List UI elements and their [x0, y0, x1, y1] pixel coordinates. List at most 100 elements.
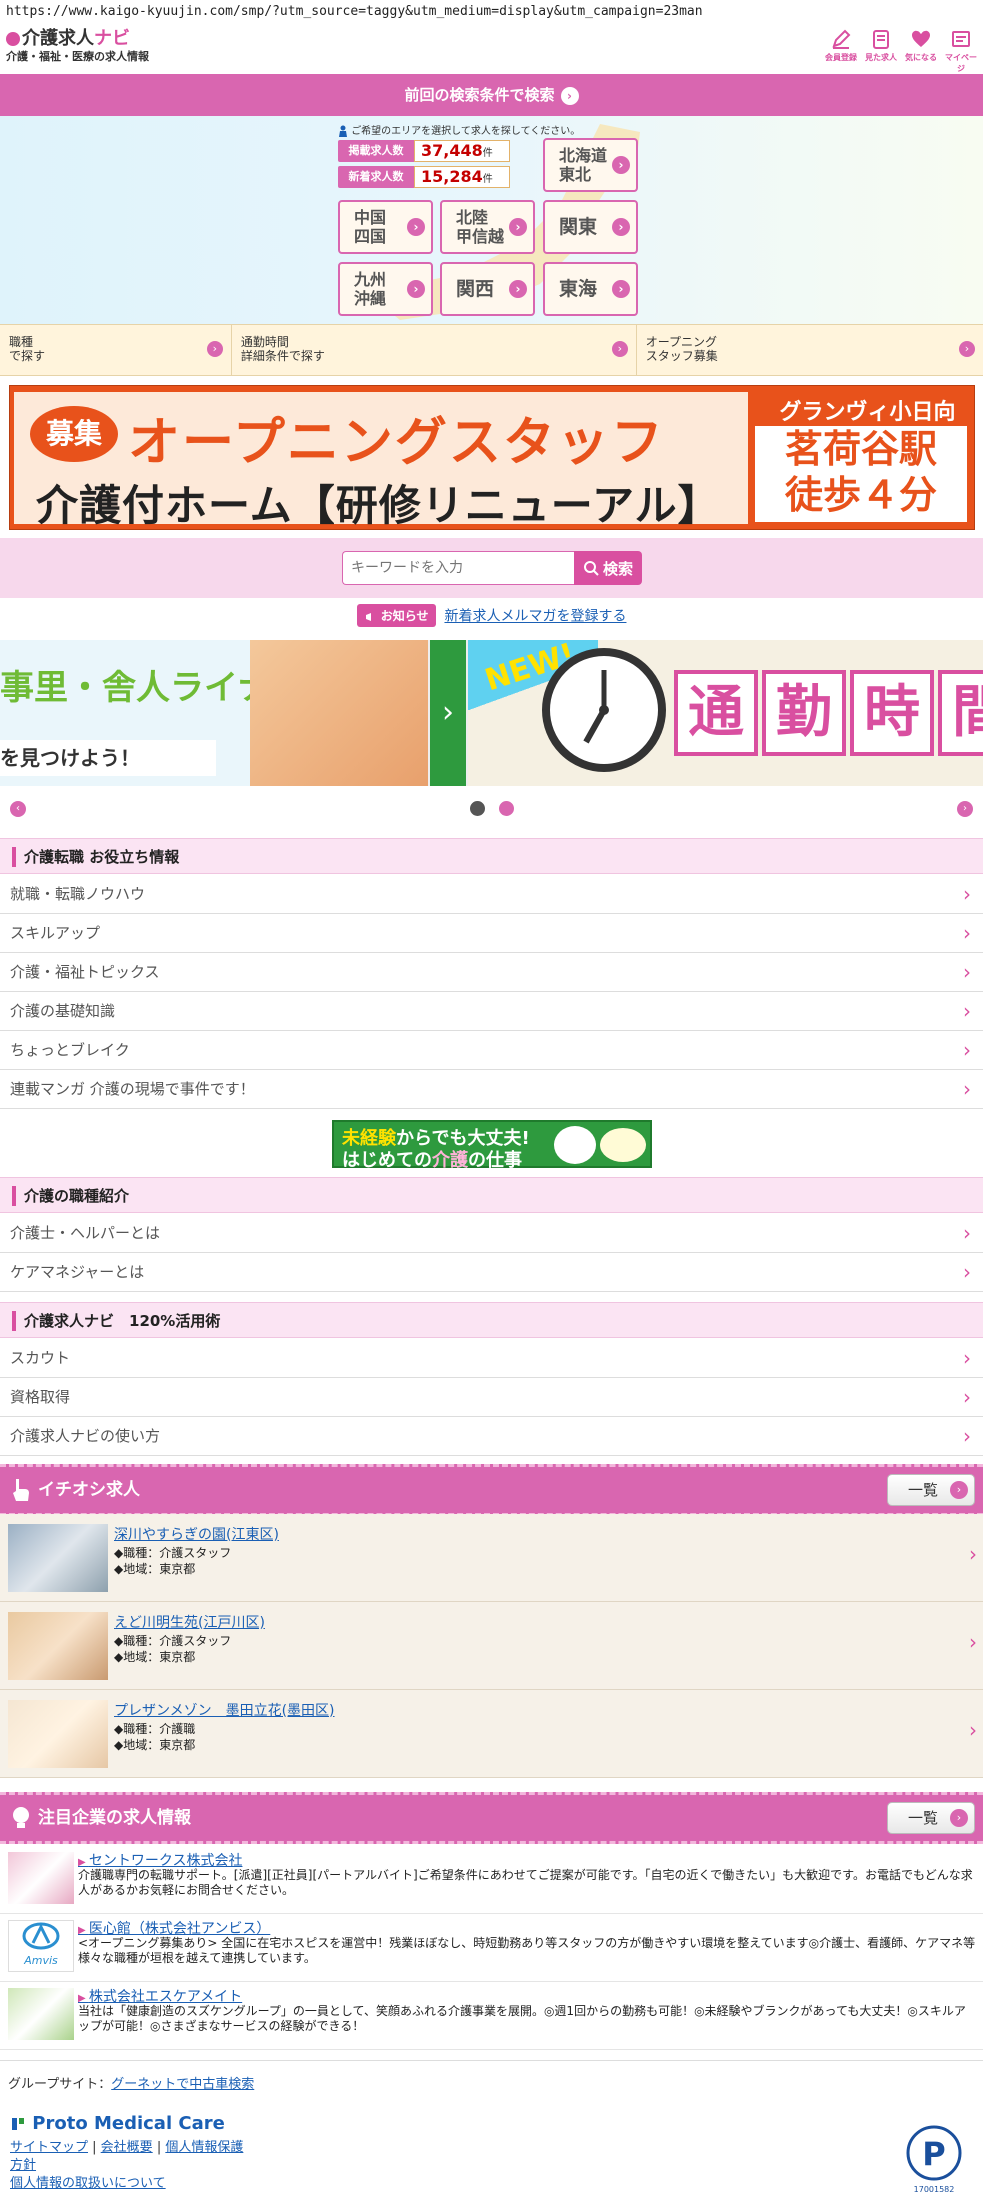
- staff-photo: [250, 640, 428, 786]
- slider-dot-2[interactable]: [499, 801, 514, 816]
- search-input[interactable]: [342, 551, 574, 585]
- arrow-right-icon: ›: [407, 280, 425, 298]
- companies-list: セントワークス株式会社 介護職専門の転職サポート。[派遣][正社員][パートアル…: [0, 1846, 983, 2060]
- search-opening-staff[interactable]: オープニング スタッフ募集 ›: [637, 325, 983, 375]
- featured-jobs-header: イチオシ求人 一覧 ›: [0, 1464, 983, 1516]
- opening-staff-banner[interactable]: 募集 オープニングスタッフ 介護付ホーム【研修リニューアル】 グランヴィ小日向 …: [9, 385, 975, 530]
- job-link[interactable]: えど川明生苑(江戸川区): [114, 1612, 265, 1632]
- company-link[interactable]: 株式会社エスケアメイト: [78, 1986, 242, 2006]
- slide-nippori-liner[interactable]: 事里・舎人ライナー を見つけよう！: [0, 640, 428, 786]
- company-link[interactable]: セントワークス株式会社: [78, 1850, 243, 1870]
- privacy-link[interactable]: 個人情報保護: [165, 2140, 243, 2155]
- person-icon: [339, 125, 347, 137]
- chevron-right-icon: ›: [963, 1038, 971, 1062]
- arrow-right-icon: ›: [509, 218, 527, 236]
- chevron-right-icon: ›: [963, 1424, 971, 1448]
- section-title-tips: 介護転職 お役立ち情報: [0, 838, 983, 874]
- featured-jobs-list: 深川やすらぎの園(江東区) ◆職種：介護スタッフ ◆地域：東京都 › えど川明生苑…: [0, 1514, 983, 1778]
- featured-more-button[interactable]: 一覧 ›: [887, 1474, 975, 1506]
- region-tokai[interactable]: 東海 ›: [543, 262, 638, 316]
- table-row[interactable]: えど川明生苑(江戸川区) ◆職種：介護スタッフ ◆地域：東京都 ›: [0, 1602, 983, 1690]
- job-link[interactable]: 深川やすらぎの園(江東区): [114, 1524, 279, 1544]
- region-chugoku-shikoku[interactable]: 中国 四国 ›: [338, 200, 433, 254]
- list-item[interactable]: スカウト ›: [0, 1339, 983, 1378]
- chevron-right-icon: ›: [963, 1077, 971, 1101]
- search-by-jobtype[interactable]: 職種 で探す ›: [0, 325, 232, 375]
- policy-link[interactable]: 方針: [10, 2158, 36, 2173]
- list-item[interactable]: スキルアップ ›: [0, 914, 983, 953]
- promo-slider[interactable]: 事里・舎人ライナー を見つけよう！ › NEW! 通勤時間: [0, 640, 983, 786]
- lightbulb-icon: [13, 1807, 29, 1828]
- previous-search-button[interactable]: 前回の検索条件で検索 ›: [0, 74, 983, 116]
- notice-badge: お知らせ: [356, 604, 437, 627]
- goo-net-link[interactable]: グーネットで中古車検索: [111, 2077, 254, 2092]
- companies-more-button[interactable]: 一覧 ›: [887, 1802, 975, 1834]
- footer-links: サイトマップ | 会社概要 | 個人情報保護 方針 個人情報の取扱いについて: [10, 2140, 244, 2191]
- site-logo[interactable]: 介護求人ナビ 介護・福祉・医療の求人情報: [6, 28, 149, 64]
- site-header: 介護求人ナビ 介護・福祉・医療の求人情報 会員登録 見た求人 気になる マイペー…: [0, 24, 983, 74]
- list-item[interactable]: 連載マンガ 介護の現場で事件です！ ›: [0, 1070, 983, 1109]
- proto-medical-care-logo[interactable]: Proto Medical Care: [10, 2113, 225, 2134]
- region-hokuriku-koshinetsu[interactable]: 北陸 甲信越 ›: [440, 200, 535, 254]
- history-icon: [873, 30, 889, 49]
- pencil-icon: [832, 29, 851, 49]
- chevron-right-icon: ›: [963, 960, 971, 984]
- chevron-right-icon: ›: [963, 921, 971, 945]
- list-item[interactable]: 介護求人ナビの使い方 ›: [0, 1417, 983, 1456]
- url-bar[interactable]: https://www.kaigo-kyuujin.com/smp/?utm_s…: [0, 0, 983, 24]
- usage-list: スカウト › 資格取得 › 介護求人ナビの使い方 ›: [0, 1339, 983, 1456]
- slider-prev-button[interactable]: ‹: [10, 801, 26, 817]
- bubble-icon: [600, 1128, 646, 1162]
- register-button[interactable]: 会員登録: [823, 28, 859, 70]
- arrow-right-icon: ›: [612, 156, 630, 174]
- region-map: ご希望のエリアを選択して求人を探してください。 掲載求人数 37,448件 新着…: [0, 116, 983, 324]
- list-item[interactable]: 介護の基礎知識 ›: [0, 992, 983, 1031]
- job-link[interactable]: プレザンメゾン 墨田立花(墨田区): [114, 1700, 335, 1720]
- slider-next-button[interactable]: ›: [957, 801, 973, 817]
- banner-subheadline: 介護付ホーム【研修リニューアル】: [36, 481, 721, 530]
- arrow-right-icon: ›: [509, 280, 527, 298]
- region-kanto[interactable]: 関東 ›: [543, 200, 638, 254]
- personal-info-link[interactable]: 個人情報の取扱いについて: [10, 2176, 166, 2191]
- table-row[interactable]: プレザンメゾン 墨田立花(墨田区) ◆職種：介護職 ◆地域：東京都 ›: [0, 1690, 983, 1778]
- list-item[interactable]: Amvis 医心館（株式会社アンビス） <オープニング募集あり> 全国に在宅ホス…: [0, 1914, 983, 1982]
- viewed-jobs-button[interactable]: 見た求人: [863, 28, 899, 70]
- list-item[interactable]: 株式会社エスケアメイト 当社は「健康創造のスズケングループ」の一員として、笑顔あ…: [0, 1982, 983, 2050]
- chevron-right-icon: ›: [963, 1346, 971, 1370]
- pointing-hand-icon: [13, 1479, 29, 1501]
- clock-icon: [542, 648, 666, 772]
- chevron-right-icon: ›: [963, 1385, 971, 1409]
- mypage-button[interactable]: マイページ: [943, 28, 979, 73]
- slide-arrow-icon: ›: [430, 640, 466, 786]
- arrow-right-icon: ›: [560, 86, 579, 105]
- search-by-commute[interactable]: 通勤時間 詳細条件で探す ›: [232, 325, 637, 375]
- region-kansai[interactable]: 関西 ›: [440, 262, 535, 316]
- banner-access: 茗荷谷駅 徒歩４分: [755, 426, 967, 522]
- region-hokkaido-tohoku[interactable]: 北海道 東北 ›: [543, 138, 638, 192]
- section-title-usage: 介護求人ナビ 120%活用術: [0, 1302, 983, 1338]
- notice-bar: お知らせ 新着求人メルマガを登録する: [0, 604, 983, 636]
- list-item[interactable]: ケアマネジャーとは ›: [0, 1253, 983, 1292]
- bubble-icon: [554, 1126, 596, 1164]
- table-row[interactable]: 深川やすらぎの園(江東区) ◆職種：介護スタッフ ◆地域：東京都 ›: [0, 1514, 983, 1602]
- facility-photo: [8, 1700, 108, 1768]
- list-item[interactable]: 介護士・ヘルパーとは ›: [0, 1214, 983, 1253]
- list-item[interactable]: ちょっとブレイク ›: [0, 1031, 983, 1070]
- favorites-button[interactable]: 気になる: [903, 28, 939, 70]
- arrow-right-icon: ›: [959, 341, 975, 357]
- search-button[interactable]: 検索: [574, 551, 642, 585]
- list-item[interactable]: 就職・転職ノウハウ ›: [0, 875, 983, 914]
- company-profile-link[interactable]: 会社概要: [101, 2140, 153, 2155]
- slider-dot-1[interactable]: [470, 801, 485, 816]
- newsletter-link[interactable]: 新着求人メルマガを登録する: [444, 609, 626, 625]
- company-link[interactable]: 医心館（株式会社アンビス）: [78, 1918, 270, 1938]
- list-item[interactable]: セントワークス株式会社 介護職専門の転職サポート。[派遣][正社員][パートアル…: [0, 1846, 983, 1914]
- slide-commute-time[interactable]: NEW! 通勤時間: [468, 640, 983, 786]
- list-item[interactable]: 資格取得 ›: [0, 1378, 983, 1417]
- region-kyushu-okinawa[interactable]: 九州 沖縄 ›: [338, 262, 433, 316]
- beginner-banner[interactable]: 未経験からでも大丈夫! はじめての介護の仕事: [332, 1120, 652, 1171]
- sitemap-link[interactable]: サイトマップ: [10, 2140, 88, 2155]
- arrow-right-icon: ›: [612, 280, 630, 298]
- arrow-right-icon: ›: [950, 1809, 968, 1827]
- list-item[interactable]: 介護・福祉トピックス ›: [0, 953, 983, 992]
